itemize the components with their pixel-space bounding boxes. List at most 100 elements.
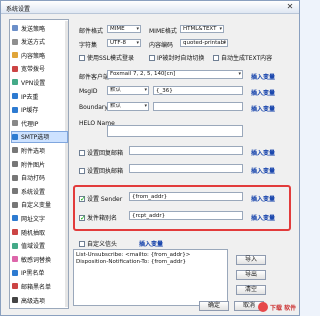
sidebar-item-icon — [12, 147, 18, 154]
chevron-down-icon: ▾ — [136, 26, 139, 32]
sidebar-item[interactable]: 代理IP — [12, 118, 67, 128]
insert-variable-link-reply[interactable]: 插入变量 — [251, 148, 275, 157]
checkbox-box — [79, 54, 85, 61]
sidebar-item-icon — [12, 297, 18, 303]
sidebar-item-icon — [12, 38, 18, 45]
sidebar-item-icon — [12, 52, 18, 59]
receipt-email-input[interactable] — [129, 164, 243, 173]
sidebar-item[interactable]: 附件选项 — [12, 145, 67, 155]
msgid-label: MsgID — [79, 88, 98, 95]
receipt-email-checkbox[interactable]: 设置回执邮箱 — [79, 166, 123, 175]
sidebar-item[interactable]: 自定义变量 — [12, 200, 67, 210]
export-button[interactable]: 导出 — [236, 270, 266, 280]
reply-email-input[interactable] — [129, 146, 243, 155]
sidebar-item-label: 系统设置 — [21, 188, 46, 196]
sidebar-item-icon — [12, 133, 18, 140]
sidebar-item-label: 自动打码 — [21, 175, 46, 183]
checkbox-box — [79, 240, 85, 247]
content-encoding-select[interactable]: quoted-printabl ▾ — [180, 39, 228, 47]
sidebar-item[interactable]: 系统设置 — [12, 186, 67, 196]
sidebar-item[interactable]: 自动打码 — [12, 173, 67, 183]
clear-button[interactable]: 清空 — [236, 285, 266, 295]
sidebar-item[interactable]: IP缓存 — [12, 105, 67, 115]
sidebar-item-label: IP去重 — [21, 93, 39, 101]
sidebar-item-icon — [12, 201, 18, 208]
auto-text-checkbox[interactable]: 自动生成TEXT内容 — [213, 53, 272, 62]
sidebar-item[interactable]: 敏感词替换 — [12, 254, 67, 264]
sender-alias-input[interactable]: {rcpt_addr} — [129, 211, 243, 220]
sender-label: 设置 Sender — [87, 196, 123, 203]
charset-label: 字符集 — [79, 42, 98, 49]
sender-checkbox[interactable]: 设置 Sender — [79, 194, 122, 203]
charset-select[interactable]: UTF-8 ▾ — [107, 39, 141, 47]
sidebar-item-label: 敏感词替换 — [21, 256, 52, 264]
sidebar-item[interactable]: SMTP选项 — [11, 130, 68, 143]
helo-input[interactable] — [107, 125, 243, 137]
sidebar-item[interactable]: 高级选项 — [12, 295, 67, 305]
sender-alias-checkbox[interactable]: 发件箱别名 — [79, 213, 117, 222]
custom-header-checkbox[interactable]: 自定义信头 — [79, 239, 117, 248]
sidebar-item-icon — [12, 269, 18, 276]
sender-alias-label: 发件箱别名 — [87, 215, 118, 222]
sidebar-item[interactable]: 发送策略 — [12, 23, 67, 33]
ssl-login-checkbox[interactable]: 使用SSL模式登录 — [79, 53, 134, 62]
sidebar-item-label: 随机抽取 — [21, 229, 46, 237]
sidebar-item-icon — [12, 283, 18, 290]
sidebar-item-label: IP缓存 — [21, 107, 39, 115]
msgid-input[interactable]: {_36} — [153, 86, 243, 95]
sidebar-item-label: IP黑名单 — [21, 270, 45, 278]
sidebar-item[interactable]: 内容策略 — [12, 50, 67, 60]
chevron-down-icon: ▾ — [136, 40, 139, 46]
sidebar-item[interactable]: IP去重 — [12, 91, 67, 101]
boundary-label: Boundary — [79, 104, 108, 111]
sidebar-item[interactable]: 随机抽取 — [12, 227, 67, 237]
settings-window: 系统设置 ✕ 发送策略发送方式内容策略宽带拨号 VPN设置 IP去重 IP缓存代理IP… — [0, 0, 300, 316]
reply-email-label: 设置回复邮箱 — [87, 150, 124, 157]
checkbox-box — [79, 167, 85, 174]
sidebar-item[interactable]: 发送方式 — [12, 37, 67, 47]
sidebar-item[interactable]: 值域设置 — [12, 241, 67, 251]
msgid-select-value: 默认 — [110, 87, 122, 93]
custom-header-textarea[interactable]: List-Unsubscribe: <mailto: {from_addr}> … — [73, 249, 228, 306]
insert-variable-link-sender[interactable]: 插入变量 — [251, 194, 275, 203]
sidebar-item[interactable]: 邮箱黑名单 — [12, 281, 67, 291]
watermark-logo: 下载 软件 — [258, 300, 298, 314]
checkbox-box — [79, 214, 86, 222]
watermark-icon — [258, 302, 268, 312]
mail-format-select[interactable]: MIME ▾ — [107, 25, 141, 33]
import-button[interactable]: 导入 — [236, 255, 266, 265]
sidebar-item-label: 自定义变量 — [21, 202, 52, 210]
msgid-select[interactable]: 默认 ▾ — [107, 86, 149, 95]
mime-format-select[interactable]: HTML&TEXT ▾ — [180, 25, 224, 33]
close-icon[interactable]: ✕ — [285, 2, 295, 11]
boundary-select-value: 默认 — [110, 103, 122, 109]
insert-variable-link-client[interactable]: 插入变量 — [251, 72, 275, 81]
insert-variable-link-boundary[interactable]: 插入变量 — [251, 104, 275, 113]
content-encoding-value: quoted-printabl — [183, 40, 226, 46]
sidebar-item[interactable]: 宽带拨号 — [12, 64, 67, 74]
sidebar-item[interactable]: 网址文字 — [12, 213, 67, 223]
insert-variable-link-receipt[interactable]: 插入变量 — [251, 166, 275, 175]
boundary-select[interactable]: 默认 ▾ — [107, 102, 149, 111]
ip-auto-switch-checkbox[interactable]: IP被封时自动切换 — [149, 53, 204, 62]
sidebar-item[interactable]: 附件图片 — [12, 159, 67, 169]
sidebar-item-icon — [12, 229, 18, 235]
insert-variable-link-msgid[interactable]: 插入变量 — [251, 88, 275, 97]
sidebar-item[interactable]: IP黑名单 — [12, 268, 67, 278]
mail-client-select[interactable]: Foxmail 7, 2, 5, 140[cn] ▾ — [107, 70, 243, 79]
sender-input[interactable]: {from_addr} — [129, 192, 243, 201]
insert-variable-link-header[interactable]: 插入变量 — [139, 239, 163, 248]
insert-variable-link-alias[interactable]: 插入变量 — [251, 213, 275, 222]
charset-value: UTF-8 — [110, 40, 127, 46]
sidebar-item-icon — [12, 215, 18, 222]
reply-email-checkbox[interactable]: 设置回复邮箱 — [79, 148, 123, 157]
boundary-input[interactable] — [153, 102, 243, 111]
sidebar-item-label: 高级选项 — [21, 297, 46, 305]
chevron-down-icon: ▾ — [144, 103, 147, 109]
sidebar-item-icon — [12, 161, 18, 167]
checkbox-box — [149, 54, 155, 61]
ok-button[interactable]: 确定 — [199, 301, 229, 311]
sidebar-item[interactable]: VPN设置 — [12, 77, 67, 87]
sidebar-item-label: 网址文字 — [21, 215, 46, 223]
sidebar-item-label: 值域设置 — [21, 243, 46, 251]
